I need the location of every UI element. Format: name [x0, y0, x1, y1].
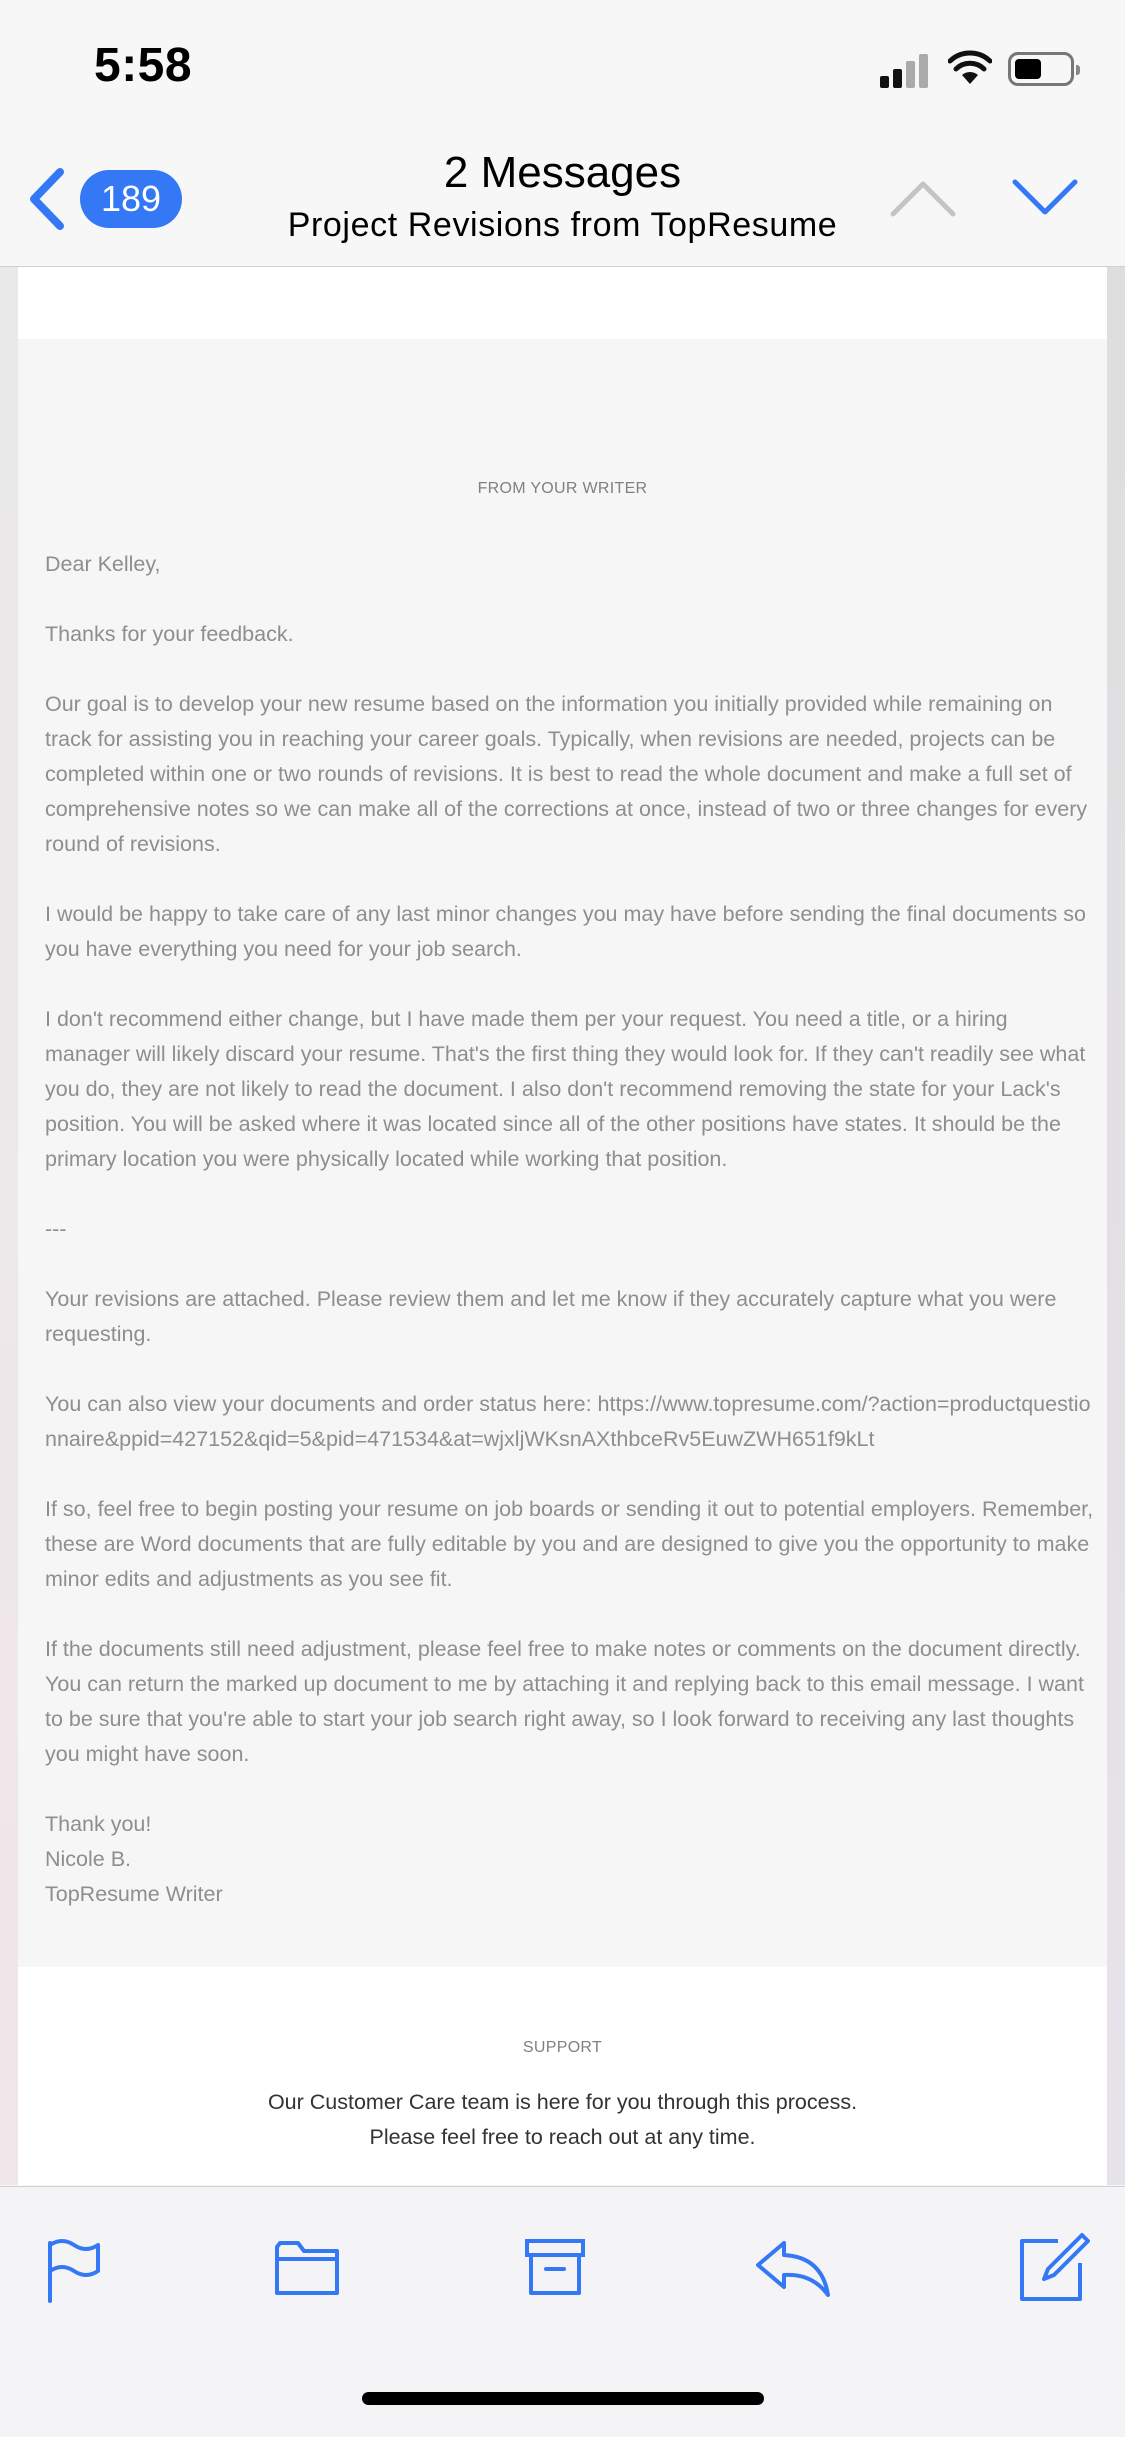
message-nav-bar: 2 Messages Project Revisions from TopRes…: [0, 140, 1125, 267]
paragraph: I would be happy to take care of any las…: [45, 902, 1086, 961]
signer-name: Nicole B.: [45, 1847, 132, 1871]
reply-icon[interactable]: [754, 2237, 832, 2297]
left-edge: [0, 267, 18, 2185]
letter-text: Dear Kelley, Thanks for your feedback. O…: [45, 547, 1095, 1912]
order-status-link[interactable]: You can also view your documents and ord…: [45, 1387, 1095, 1457]
status-bar: 5:58: [0, 0, 1125, 140]
right-edge: [1107, 267, 1125, 2185]
signoff-line: Thank you!: [45, 1812, 152, 1836]
paragraph: I don't recommend either change, but I h…: [45, 1007, 1086, 1171]
greeting: Dear Kelley,: [45, 552, 161, 576]
signature: Thank you! Nicole B. TopResume Writer: [45, 1807, 1095, 1912]
status-time: 5:58: [94, 39, 193, 92]
next-message-chevron-down-icon[interactable]: [1012, 178, 1078, 218]
paragraph: If so, feel free to begin posting your r…: [45, 1497, 1094, 1591]
signer-title: TopResume Writer: [45, 1882, 223, 1906]
paragraph: Our goal is to develop your new resume b…: [45, 692, 1088, 856]
flag-icon[interactable]: [44, 2237, 104, 2303]
folder-icon[interactable]: [274, 2237, 340, 2297]
support-label: SUPPORT: [522, 2039, 603, 2056]
back-chevron-icon[interactable]: [24, 166, 68, 232]
previous-message-chevron-up-icon[interactable]: [890, 178, 956, 218]
from-your-writer-label: FROM YOUR WRITER: [477, 480, 648, 497]
wifi-icon: [948, 50, 992, 84]
email-body[interactable]: FROM YOUR WRITER Dear Kelley, Thanks for…: [18, 267, 1107, 2185]
archive-icon[interactable]: [524, 2237, 586, 2297]
support-line: Our Customer Care team is here for you t…: [267, 2090, 858, 2114]
support-line: Please feel free to reach out at any tim…: [369, 2125, 756, 2149]
paragraph: If the documents still need adjustment, …: [45, 1637, 1084, 1766]
home-indicator: [362, 2392, 764, 2405]
separator: ---: [45, 1217, 67, 1241]
paragraph: Your revisions are attached. Please revi…: [45, 1287, 1057, 1346]
bottom-toolbar: [0, 2186, 1125, 2437]
support-text: Our Customer Care team is here for you t…: [18, 2085, 1107, 2155]
email-top-band: [18, 267, 1107, 339]
writer-message-section: FROM YOUR WRITER Dear Kelley, Thanks for…: [18, 339, 1107, 1967]
cellular-signal-icon: [880, 52, 932, 88]
paragraph: Thanks for your feedback.: [45, 622, 294, 646]
support-section: SUPPORT Our Customer Care team is here f…: [18, 1967, 1107, 2185]
compose-icon[interactable]: [1018, 2231, 1090, 2303]
unread-count-badge[interactable]: 189: [80, 170, 182, 228]
battery-icon: [1008, 52, 1080, 86]
